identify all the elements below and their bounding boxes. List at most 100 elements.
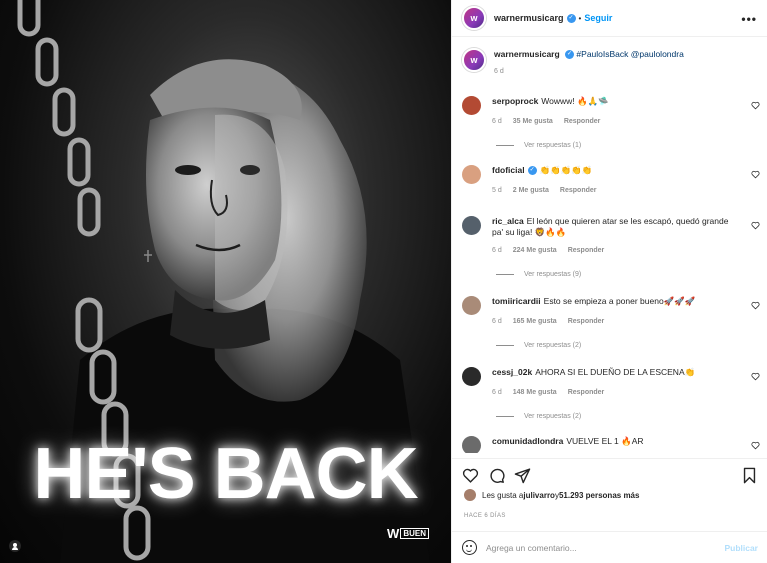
comment-like-icon[interactable] [751,170,760,179]
headline-text: HE'S BACK [33,434,418,514]
comment-username[interactable]: serpoprock [492,96,538,106]
reply-button[interactable]: Responder [568,245,605,256]
post-time: HACE 6 DÍAS [464,513,506,519]
liker-avatar[interactable] [464,489,476,501]
view-replies-label: Ver respuestas (1) [524,142,582,149]
verified-icon: ✓ [527,166,537,176]
reply-button[interactable]: Responder [568,316,605,327]
comment-item: serpoprock Wowww! 🔥🙏🛸 6 d 35 Me gusta Res… [452,96,767,151]
post-side-panel: w warnermusicarg ✓ • Seguir ••• w warner… [451,0,767,563]
comment-text: 👏👏👏👏👏 [539,165,593,175]
comment-item: tomiiricardii Esto se empieza a poner bue… [452,296,767,351]
liker-username[interactable]: julivarro [523,491,555,500]
comment-text: El león que quieren atar se les escapó, … [492,216,729,237]
caption-body: warnermusicarg ✓ #PauloIsBack @paulolond… [494,48,684,88]
comment-username[interactable]: comunidadlondra [492,436,563,446]
comment-like-icon[interactable] [751,301,760,310]
post-image[interactable]: HE'S BACK W BUEN [0,0,451,563]
dot-separator: • [578,13,582,23]
likes-count[interactable]: 51.293 personas más [559,491,640,500]
view-replies-button[interactable]: Ver respuestas (2) [492,340,732,351]
commenter-avatar[interactable] [462,436,481,453]
commenter-avatar[interactable] [462,216,481,235]
comment-like-icon[interactable] [751,101,760,110]
view-replies-label: Ver respuestas (9) [524,271,582,278]
comment-body: tomiiricardii Esto se empieza a poner bue… [492,296,732,351]
comment-text: VUELVE EL 1 🔥AR [566,436,644,446]
comment-item: comunidadlondra VUELVE EL 1 🔥AR [452,436,767,453]
verified-icon: ✓ [565,50,575,60]
comment-age: 6 d [492,389,502,396]
caption-avatar[interactable]: w [462,48,486,72]
comment-like-icon[interactable] [751,372,760,381]
comment-input[interactable] [486,542,716,553]
comment-body: comunidadlondra VUELVE EL 1 🔥AR [492,436,732,453]
commenter-avatar[interactable] [462,296,481,315]
commenter-avatar[interactable] [462,96,481,115]
follow-button[interactable]: Seguir [584,13,612,23]
likes-prefix: Les gusta a [482,490,524,500]
add-comment-bar: Publicar [452,531,767,563]
comments-list[interactable]: w warnermusicarg ✓ #PauloIsBack @paulolo… [452,38,767,453]
emoji-icon[interactable] [462,540,477,555]
view-replies-button[interactable]: Ver respuestas (1) [492,140,732,151]
instagram-post-view: HE'S BACK W BUEN w warnermusicarg ✓ • Se… [0,0,767,563]
comment-item: cessj_02k AHORA SI EL DUEÑO DE LA ESCENA👏… [452,367,767,422]
comment-body: ric_alca El león que quieren atar se les … [492,216,732,280]
comment-body: fdoficial ✓ 👏👏👏👏👏 5 d 2 Me gusta Responder [492,165,732,196]
share-paper-plane-icon[interactable] [514,467,531,484]
comment-age: 6 d [492,118,502,125]
caption-username[interactable]: warnermusicarg [494,49,560,59]
comment-item: ric_alca El león que quieren atar se les … [452,216,767,280]
likes-summary: Les gusta a julivarro y 51.293 personas … [464,489,639,501]
more-options-icon[interactable]: ••• [741,12,757,26]
caption-text[interactable]: #PauloIsBack @paulolondra [576,49,683,59]
view-replies-button[interactable]: Ver respuestas (2) [492,411,732,422]
comment-like-icon[interactable] [751,441,760,450]
post-header: w warnermusicarg ✓ • Seguir ••• [452,0,767,37]
comment-username[interactable]: cessj_02k [492,367,532,377]
reply-button[interactable]: Responder [564,116,601,127]
comment-likes[interactable]: 148 Me gusta [513,387,557,398]
warner-logo-icon: W [387,526,399,541]
comment-age: 5 d [492,187,502,194]
save-bookmark-icon[interactable] [741,467,758,484]
comment-age: 6 d [492,318,502,325]
comment-username[interactable]: ric_alca [492,216,524,226]
comment-age: 6 d [492,247,502,254]
comment-username[interactable]: tomiiricardii [492,296,541,306]
comment-stats: 6 d 148 Me gusta Responder [492,387,732,398]
caption-avatar-letter: w [470,55,478,65]
comment-stats: 5 d 2 Me gusta Responder [492,185,732,196]
comment-body: cessj_02k AHORA SI EL DUEÑO DE LA ESCENA👏… [492,367,732,422]
post-button[interactable]: Publicar [724,543,758,553]
comment-bubble-icon[interactable] [488,467,505,484]
comment-likes[interactable]: 165 Me gusta [513,316,557,327]
comment-username[interactable]: fdoficial [492,165,525,175]
tagged-user-icon[interactable] [9,540,21,552]
commenter-avatar[interactable] [462,165,481,184]
action-bar [452,458,767,486]
comment-text: AHORA SI EL DUEÑO DE LA ESCENA👏 [535,367,696,377]
comment-stats: 6 d 165 Me gusta Responder [492,316,732,327]
comment-like-icon[interactable] [751,221,760,230]
avatar-letter: w [470,13,478,23]
comment-item: fdoficial ✓ 👏👏👏👏👏 5 d 2 Me gusta Responder [452,165,767,196]
like-heart-icon[interactable] [462,467,479,484]
caption-age: 6 d [494,68,504,75]
avatar[interactable]: w [462,6,486,30]
brand-label: BUEN [400,528,429,539]
view-replies-button[interactable]: Ver respuestas (9) [492,269,732,280]
comment-text: Wowww! 🔥🙏🛸 [541,96,609,106]
verified-icon: ✓ [566,13,576,23]
reply-button[interactable]: Responder [560,185,597,196]
reply-button[interactable]: Responder [568,387,605,398]
comment-likes[interactable]: 2 Me gusta [513,185,549,196]
commenter-avatar[interactable] [462,367,481,386]
view-replies-label: Ver respuestas (2) [524,413,582,420]
comment-likes[interactable]: 35 Me gusta [513,116,553,127]
author-username[interactable]: warnermusicarg [494,13,564,23]
comment-text: Esto se empieza a poner bueno🚀🚀🚀 [543,296,696,306]
comment-likes[interactable]: 224 Me gusta [513,245,557,256]
view-replies-label: Ver respuestas (2) [524,342,582,349]
